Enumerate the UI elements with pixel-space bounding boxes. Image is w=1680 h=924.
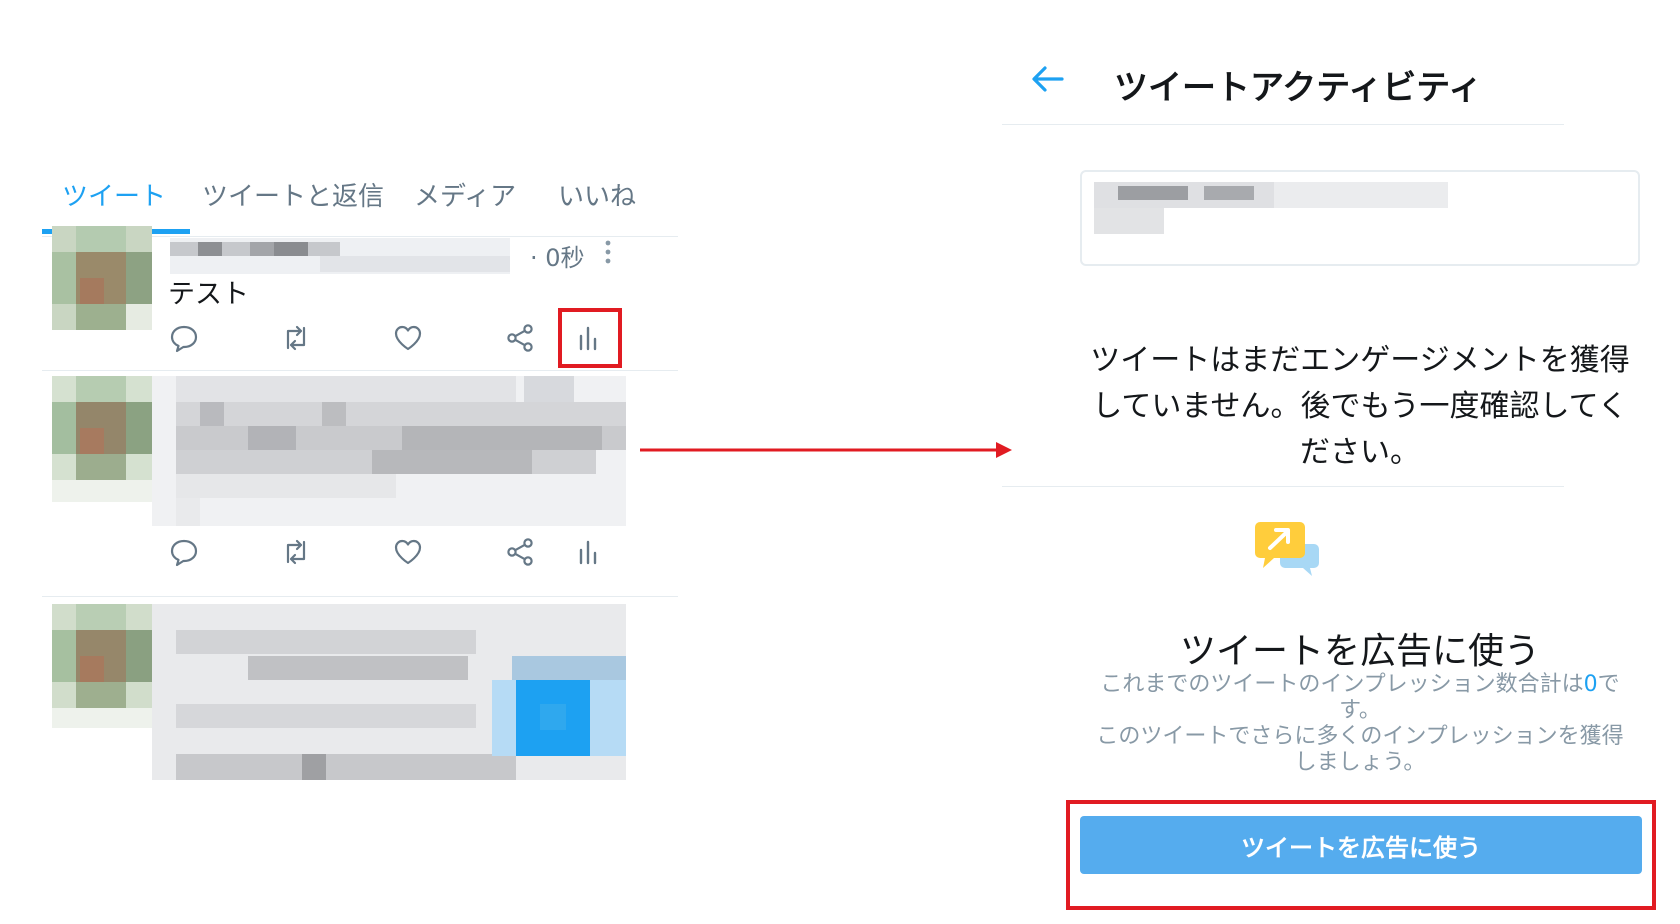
retweet-icon[interactable]: [280, 536, 312, 568]
tweet-content-blurred: [152, 376, 626, 526]
avatar[interactable]: [52, 376, 152, 502]
share-icon[interactable]: [504, 536, 536, 568]
share-icon[interactable]: [504, 322, 536, 354]
analytics-icon[interactable]: [572, 536, 604, 568]
tweet-preview-card: [1080, 170, 1640, 266]
divider: [42, 370, 678, 371]
promote-highlight-box: [1066, 800, 1656, 910]
tweet-preview-blurred: [1094, 182, 1448, 234]
promote-description: これまでのツイートのインプレッション数合計は0で す。 このツイートでさらに多く…: [1070, 672, 1650, 776]
more-icon[interactable]: [604, 240, 612, 268]
tab-likes[interactable]: いいね: [558, 176, 636, 213]
avatar[interactable]: [52, 604, 152, 728]
promote-desc-line: このツイートでさらに多くのインプレッションを獲得: [1096, 724, 1624, 749]
message-line: していません。後でもう一度確認してく: [1092, 389, 1628, 424]
avatar[interactable]: [52, 226, 152, 330]
page-title: ツイートアクティビティ: [1114, 68, 1483, 108]
retweet-icon[interactable]: [280, 322, 312, 354]
tab-media[interactable]: メディア: [414, 176, 516, 213]
reply-icon[interactable]: [168, 536, 200, 568]
tweet-text: テスト: [168, 279, 249, 310]
impression-count: 0: [1583, 672, 1598, 697]
promote-desc-line: す。: [1339, 698, 1381, 723]
promote-desc-line: しましょう。: [1294, 750, 1426, 775]
promote-title: ツイートを広告に使う: [1179, 631, 1540, 672]
user-name[interactable]: [170, 238, 510, 274]
reply-icon[interactable]: [168, 322, 200, 354]
no-engagement-message: ツイートはまだエンゲージメントを獲得 していません。後でもう一度確認してく ださ…: [1070, 338, 1650, 476]
tweet-media-blurred[interactable]: [152, 604, 626, 780]
tweet-timestamp: · 0秒: [530, 244, 585, 272]
promote-icon: [1254, 520, 1320, 584]
like-icon[interactable]: [392, 322, 424, 354]
like-icon[interactable]: [392, 536, 424, 568]
flow-arrow: [640, 442, 1012, 458]
divider: [1002, 124, 1564, 125]
tab-tweets[interactable]: ツイート: [62, 176, 166, 213]
divider: [1002, 486, 1564, 487]
message-line: ツイートはまだエンゲージメントを獲得: [1090, 343, 1630, 378]
back-arrow-icon[interactable]: [1030, 64, 1066, 98]
divider: [42, 596, 678, 597]
message-line: ださい。: [1300, 435, 1420, 470]
analytics-highlight-box: [558, 308, 622, 368]
tab-tweets-and-replies[interactable]: ツイートと返信: [202, 176, 384, 213]
promote-desc-line: これまでのツイートのインプレッション数合計は0で: [1100, 672, 1620, 697]
